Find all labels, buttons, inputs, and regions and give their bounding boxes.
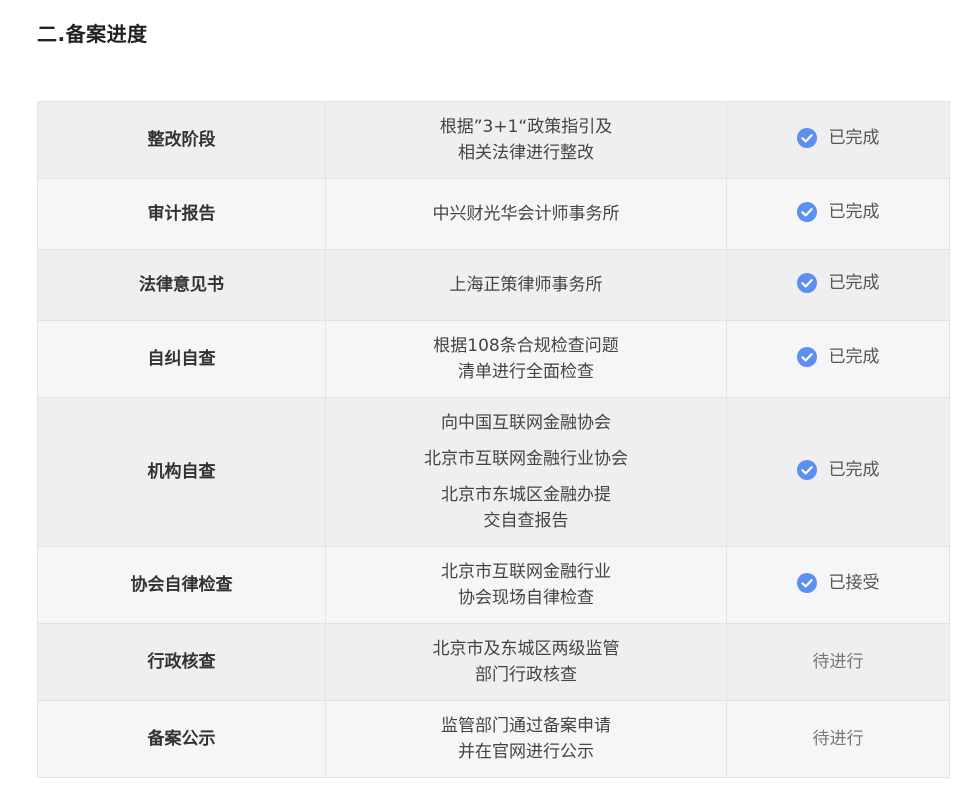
status-badge: 待进行 (813, 726, 864, 752)
table-row: 自纠自查 根据108条合规检查问题 清单进行全面检查 已完成 (37, 320, 950, 398)
detail-text: 北京市互联网金融行业 协会现场自律检查 (441, 562, 611, 608)
status-label: 已完成 (828, 127, 880, 148)
detail-text: 根据”3+1“政策指引及 相关法律进行整改 (439, 117, 613, 163)
table-row: 法律意见书 上海正策律师事务所 已完成 (37, 249, 950, 321)
table-row: 备案公示 监管部门通过备案申请 并在官网进行公示 待进行 (37, 700, 950, 778)
detail-text: 向中国互联网金融协会 (441, 413, 611, 433)
status-badge: 已完成 (796, 457, 880, 483)
detail-text: 中兴财光华会计师事务所 (432, 204, 620, 224)
detail-cell: 上海正策律师事务所 (325, 249, 727, 321)
stage-cell: 审计报告 (37, 178, 326, 250)
table-row: 行政核查 北京市及东城区两级监管 部门行政核查 待进行 (37, 623, 950, 701)
detail-text: 上海正策律师事务所 (449, 275, 603, 295)
status-cell: 待进行 (726, 623, 950, 701)
table-row: 协会自律检查 北京市互联网金融行业 协会现场自律检查 已接受 (37, 546, 950, 624)
status-cell: 已完成 (726, 397, 950, 547)
stage-cell: 协会自律检查 (37, 546, 326, 624)
table-row: 审计报告 中兴财光华会计师事务所 已完成 (37, 178, 950, 250)
progress-table-body: 整改阶段 根据”3+1“政策指引及 相关法律进行整改 已完成 审计报告 中兴财光华会计师… (37, 101, 950, 778)
detail-text: 监管部门通过备案申请 并在官网进行公示 (441, 716, 611, 762)
detail-cell: 向中国互联网金融协会 北京市互联网金融行业协会北京市东城区金融办提 交自查报告 (325, 397, 727, 547)
check-circle-icon (796, 346, 817, 367)
stage-cell: 行政核查 (37, 623, 326, 701)
detail-text: 北京市互联网金融行业协会 (424, 449, 628, 469)
status-label: 已完成 (828, 272, 880, 293)
detail-cell: 北京市互联网金融行业 协会现场自律检查 (325, 546, 727, 624)
status-badge: 待进行 (813, 649, 864, 675)
status-cell: 已接受 (726, 546, 950, 624)
detail-cell: 监管部门通过备案申请 并在官网进行公示 (325, 700, 727, 778)
status-badge: 已接受 (796, 570, 880, 596)
stage-cell: 备案公示 (37, 700, 326, 778)
status-cell: 已完成 (726, 178, 950, 250)
check-circle-icon (796, 459, 817, 480)
detail-cell: 根据108条合规检查问题 清单进行全面检查 (325, 320, 727, 398)
check-circle-icon (796, 272, 817, 293)
table-row: 整改阶段 根据”3+1“政策指引及 相关法律进行整改 已完成 (37, 101, 950, 179)
status-label: 待进行 (812, 652, 864, 672)
stage-cell: 机构自查 (37, 397, 326, 547)
status-cell: 已完成 (726, 320, 950, 398)
check-circle-icon (796, 201, 817, 222)
status-label: 已完成 (828, 346, 880, 367)
status-cell: 待进行 (726, 700, 950, 778)
progress-table: 整改阶段 根据”3+1“政策指引及 相关法律进行整改 已完成 审计报告 中兴财光华会计师… (37, 101, 950, 778)
page: 二.备案进度 整改阶段 根据”3+1“政策指引及 相关法律进行整改 已完成 审计报告中… (0, 0, 971, 802)
status-cell: 已完成 (726, 101, 950, 179)
status-label: 已完成 (828, 459, 880, 480)
detail-cell: 根据”3+1“政策指引及 相关法律进行整改 (325, 101, 727, 179)
check-circle-icon (796, 572, 817, 593)
stage-cell: 自纠自查 (37, 320, 326, 398)
detail-text: 北京市及东城区两级监管 部门行政核查 (432, 639, 620, 685)
status-badge: 已完成 (796, 125, 880, 151)
status-label: 已接受 (828, 572, 880, 593)
status-badge: 已完成 (796, 270, 880, 296)
check-circle-icon (796, 127, 817, 148)
status-badge: 已完成 (796, 344, 880, 370)
stage-cell: 法律意见书 (37, 249, 326, 321)
table-row: 机构自查 向中国互联网金融协会 北京市互联网金融行业协会 北京市东城区金融办提 交自查… (37, 397, 950, 547)
status-badge: 已完成 (796, 199, 880, 225)
stage-cell: 整改阶段 (37, 101, 326, 179)
section-title: 二.备案进度 (37, 22, 148, 46)
detail-cell: 北京市及东城区两级监管 部门行政核查 (325, 623, 727, 701)
status-cell: 已完成 (726, 249, 950, 321)
detail-text: 北京市东城区金融办提 交自查报告 (441, 485, 611, 531)
detail-text: 根据108条合规检查问题 清单进行全面检查 (433, 336, 619, 382)
status-label: 已完成 (828, 201, 880, 222)
status-label: 待进行 (812, 729, 864, 749)
detail-cell: 中兴财光华会计师事务所 (325, 178, 727, 250)
